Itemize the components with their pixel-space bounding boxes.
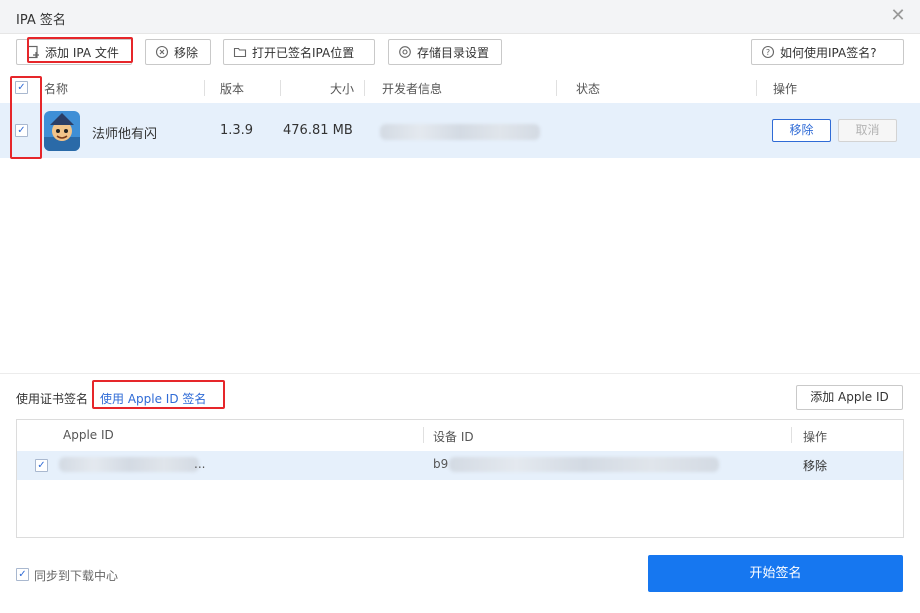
sync-label: 同步到下载中心 [34, 569, 119, 583]
close-icon[interactable]: ✕ [888, 6, 908, 26]
window-title: IPA 签名 [16, 13, 66, 28]
app-size: 476.81 MB [283, 123, 353, 138]
highlight-checkbox-column [10, 76, 42, 159]
start-signing-button[interactable]: 开始签名 [648, 555, 903, 592]
open-signed-label: 打开已签名IPA位置 [252, 45, 355, 60]
appleid-ellipsis: ... [194, 457, 206, 471]
col-divider [280, 80, 281, 96]
row-remove-button[interactable]: 移除 [772, 119, 831, 142]
help-label: 如何使用IPA签名? [780, 45, 877, 60]
app-icon [44, 111, 80, 151]
col-divider [364, 80, 365, 96]
app-version: 1.3.9 [220, 123, 254, 138]
col-developer: 开发者信息 [382, 82, 443, 96]
col-divider [423, 427, 424, 443]
section-divider [0, 373, 920, 374]
device-id-redacted [449, 457, 719, 472]
app-name: 法师他有闪 [92, 127, 158, 142]
appleid-row[interactable]: ✓ ... b9 移除 [17, 451, 903, 480]
appleid-remove-action[interactable]: 移除 [803, 457, 827, 474]
storage-settings-button[interactable]: 存储目录设置 [388, 39, 502, 65]
title-bar: IPA 签名 ✕ [0, 0, 920, 34]
device-id-prefix: b9 [433, 457, 449, 471]
help-icon: ? [761, 45, 775, 59]
row-cancel-button[interactable]: 取消 [838, 119, 897, 142]
settings-icon [398, 45, 412, 59]
remove-label: 移除 [174, 45, 199, 60]
folder-icon [233, 45, 247, 59]
col-device-id: 设备 ID [433, 430, 474, 444]
remove-button[interactable]: 移除 [145, 39, 211, 65]
svg-text:?: ? [766, 48, 770, 57]
sync-checkbox[interactable]: ✓ [16, 568, 29, 581]
col-status: 状态 [576, 82, 601, 96]
add-appleid-button[interactable]: 添加 Apple ID [796, 385, 903, 410]
col-name: 名称 [44, 82, 69, 96]
col-divider [556, 80, 557, 96]
appleid-redacted [59, 457, 199, 472]
toolbar: 添加 IPA 文件 移除 打开已签名IPA位置 存储目录设置 ? 如何使用IPA… [0, 39, 920, 67]
col-version: 版本 [220, 82, 245, 96]
appleid-table-header: Apple ID 设备 ID 操作 [17, 420, 903, 450]
developer-info-redacted [380, 124, 540, 140]
col-appleid-actions: 操作 [803, 430, 828, 444]
highlight-appleid-tab [92, 380, 225, 409]
col-divider [204, 80, 205, 96]
table-header: ✓ 名称 版本 大小 开发者信息 状态 操作 [0, 74, 920, 102]
col-divider [756, 80, 757, 96]
col-actions: 操作 [773, 82, 798, 96]
col-size: 大小 [330, 82, 355, 96]
col-divider [791, 427, 792, 443]
appleid-row-checkbox[interactable]: ✓ [35, 459, 48, 472]
appleid-table: Apple ID 设备 ID 操作 ✓ ... b9 移除 [16, 419, 904, 538]
help-button[interactable]: ? 如何使用IPA签名? [751, 39, 904, 65]
remove-circle-icon [155, 45, 169, 59]
col-appleid: Apple ID [63, 428, 114, 442]
open-signed-location-button[interactable]: 打开已签名IPA位置 [223, 39, 375, 65]
cert-sign-tab[interactable]: 使用证书签名 [16, 390, 88, 407]
highlight-add-ipa [27, 37, 133, 63]
storage-settings-label: 存储目录设置 [417, 45, 490, 60]
